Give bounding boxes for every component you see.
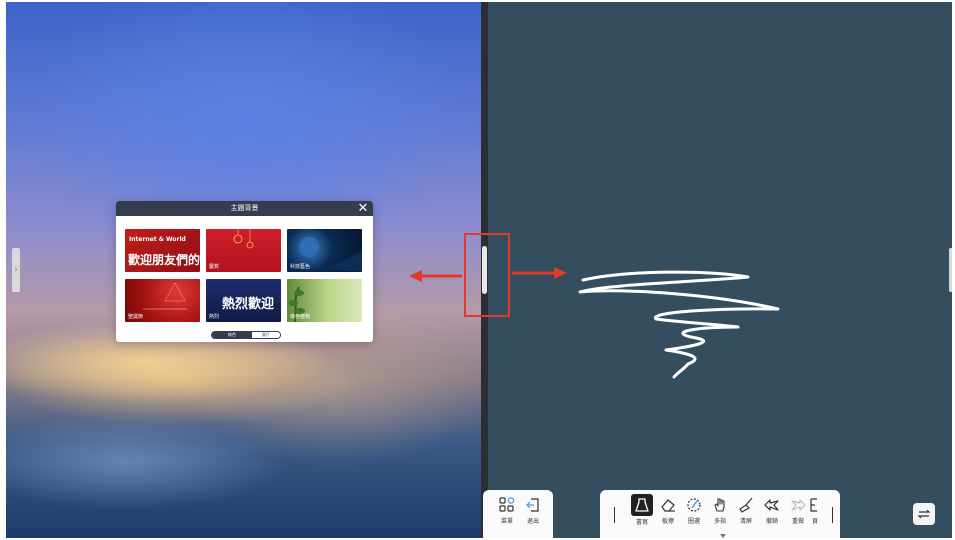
theme-thumbnail[interactable]: 聖誕節 (125, 279, 200, 322)
theme-grid: Internet & World 歡迎朋友們的 慶賀 科技藍色 聖誕節 熱烈歡迎… (125, 229, 363, 322)
theme-thumbnail[interactable]: Internet & World 歡迎朋友們的 (125, 229, 200, 272)
tool-label: 撤銷 (765, 518, 778, 525)
eraser-icon (661, 499, 675, 512)
dual-screen-stage: 主題背景 ✕ Internet & World 歡迎朋友們的 慶賀 科技藍色 聖… (6, 2, 952, 538)
thumbnail-caption: 熱烈 (209, 314, 220, 320)
screen-switch-button[interactable] (913, 503, 935, 525)
tool-label: 書寫 (635, 519, 648, 526)
tool-label: 重做 (791, 518, 804, 525)
tool-label: 頁 (811, 518, 818, 525)
exit-button[interactable]: 退出 (521, 490, 545, 536)
pager-option-inactive[interactable]: 圖片 (252, 332, 280, 338)
toolbar-separator (614, 507, 615, 523)
page-button[interactable]: 頁 (808, 490, 822, 536)
dialog-header: 主題背景 ✕ (116, 201, 373, 216)
divider-highlight-box (464, 233, 510, 317)
theme-thumbnail[interactable]: 慶賀 (206, 229, 281, 272)
right-collapse-tab[interactable]: ‹ (949, 248, 952, 292)
pen-tool-button[interactable]: 書寫 (630, 490, 654, 536)
thumbnail-caption: 綠色植物 (290, 314, 311, 320)
undo-icon (764, 499, 779, 511)
page-icon (810, 498, 817, 512)
swap-arrows-icon (917, 509, 931, 519)
apps-grid-icon (499, 497, 515, 512)
exit-icon (526, 498, 539, 512)
eraser-tool-button[interactable]: 板擦 (656, 490, 680, 536)
lasso-select-icon (687, 498, 701, 512)
tool-label: 清屏 (739, 518, 752, 525)
menu-label: 菜單 (500, 518, 513, 525)
hand-icon (714, 498, 725, 512)
thumbnail-banner: 熱烈歡迎 (222, 297, 275, 312)
chevron-right-icon: › (14, 265, 18, 275)
active-tool-highlight (631, 494, 653, 516)
tool-label: 多指 (713, 518, 726, 525)
theme-pager-toggle[interactable]: 純色 圖片 (211, 331, 281, 339)
tool-label: 圈選 (687, 518, 700, 525)
lasso-tool-button[interactable]: 圈選 (682, 490, 706, 536)
multi-touch-tool-button[interactable]: 多指 (708, 490, 732, 536)
tool-label: 板擦 (661, 518, 674, 525)
redo-icon (791, 499, 806, 511)
pager-option-active[interactable]: 純色 (212, 332, 252, 338)
secondary-toolbar: 菜單 退出 (483, 490, 553, 538)
thumbnail-banner: 歡迎朋友們的 (128, 253, 200, 267)
thumbnail-caption: 慶賀 (209, 264, 220, 270)
thumbnail-title: Internet & World (129, 236, 186, 243)
theme-thumbnail[interactable]: 科技藍色 (287, 229, 362, 272)
tool-options-caret-icon[interactable] (720, 534, 726, 538)
close-icon[interactable]: ✕ (357, 201, 369, 216)
right-whiteboard-pane[interactable] (488, 2, 952, 538)
wallpaper-reflection (6, 402, 481, 538)
dialog-title: 主題背景 (230, 204, 259, 212)
thumbnail-caption: 科技藍色 (290, 264, 311, 270)
chevron-left-icon: ‹ (951, 265, 952, 275)
scribble-stroke (578, 270, 780, 379)
theme-thumbnail[interactable]: 綠色植物 (287, 279, 362, 322)
theme-chooser-dialog: 主題背景 ✕ Internet & World 歡迎朋友們的 慶賀 科技藍色 聖… (116, 201, 373, 342)
pen-icon (635, 498, 649, 512)
undo-button[interactable]: 撤銷 (760, 490, 784, 536)
redo-button[interactable]: 重做 (786, 490, 810, 536)
broom-icon (739, 497, 753, 513)
exit-label: 退出 (526, 518, 539, 525)
thumbnail-caption: 聖誕節 (128, 314, 144, 320)
menu-button[interactable]: 菜單 (495, 490, 519, 536)
clear-tool-button[interactable]: 清屏 (734, 490, 758, 536)
toolbar-separator (832, 507, 833, 523)
left-collapse-tab[interactable]: › (12, 248, 20, 292)
theme-thumbnail[interactable]: 熱烈歡迎 熱烈 (206, 279, 281, 322)
drawing-toolbar: 書寫 板擦 圈選 多指 清屏 撤銷 重做 頁 (600, 490, 840, 538)
